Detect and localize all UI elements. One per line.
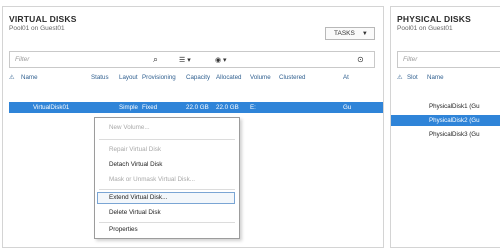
column-clustered[interactable]: Clustered <box>279 74 305 81</box>
cell-provisioning: Fixed <box>142 104 158 111</box>
group-options-icon[interactable]: ◉ ▾ <box>215 56 227 64</box>
filter-placeholder: Filter <box>15 56 30 63</box>
virtual-disks-subtitle: Pool01 on Guest01 <box>9 25 65 32</box>
menu-item-new-volume[interactable]: New Volume... <box>109 124 150 131</box>
virtual-disks-filter-input[interactable]: Filter <box>9 51 375 68</box>
physical-disk-name: PhysicalDisk3 (Gu <box>429 131 480 138</box>
physical-disk-name: PhysicalDisk1 (Gu <box>429 103 480 110</box>
menu-item-repair-virtual-disk[interactable]: Repair Virtual Disk <box>109 146 161 153</box>
physical-disk-name: PhysicalDisk2 (Gu <box>429 117 480 124</box>
virtual-disks-title: VIRTUAL DISKS <box>9 14 77 24</box>
menu-item-mask-unmask-virtual-disk[interactable]: Mask or Unmask Virtual Disk... <box>109 176 195 183</box>
column-layout[interactable]: Layout <box>119 74 138 81</box>
physical-disks-title: PHYSICAL DISKS <box>397 14 471 24</box>
physical-disks-pane: PHYSICAL DISKS Pool01 on Guest01 Filter … <box>390 6 500 248</box>
virtual-disks-pane: VIRTUAL DISKS Pool01 on Guest01 TASKS ▼ … <box>2 6 384 248</box>
column-attached[interactable]: At <box>343 74 349 81</box>
cell-layout: Simple <box>119 104 138 111</box>
filter-options-icon[interactable]: ☰ ▾ <box>179 56 191 64</box>
warning-column-icon: ⚠ <box>9 74 15 81</box>
column-slot[interactable]: Slot <box>407 74 418 81</box>
physical-disks-subtitle: Pool01 on Guest01 <box>397 25 453 32</box>
menu-separator <box>99 222 235 223</box>
table-row-selected[interactable]: VirtualDisk01 Simple Fixed 22.0 GB 22.0 … <box>9 102 383 113</box>
menu-separator <box>99 189 235 190</box>
tasks-label: TASKS <box>334 30 355 37</box>
column-name[interactable]: Name <box>21 74 38 81</box>
cell-volume: E: <box>250 104 256 111</box>
context-menu: New Volume... Repair Virtual Disk Detach… <box>94 117 240 239</box>
menu-item-delete-virtual-disk[interactable]: Delete Virtual Disk <box>109 209 161 216</box>
menu-item-extend-virtual-disk[interactable]: Extend Virtual Disk... <box>109 194 167 201</box>
column-status[interactable]: Status <box>91 74 109 81</box>
menu-separator <box>99 139 235 140</box>
cell-attached: Gu <box>343 104 352 111</box>
expand-icon[interactable]: ⊙ <box>357 55 364 64</box>
warning-column-icon: ⚠ <box>397 74 403 81</box>
column-capacity[interactable]: Capacity <box>186 74 210 81</box>
cell-name: VirtualDisk01 <box>33 104 70 111</box>
tasks-button[interactable]: TASKS ▼ <box>325 27 375 40</box>
caret-down-icon: ▼ <box>361 30 368 37</box>
physical-disks-filter-input[interactable]: Filter <box>397 51 500 68</box>
menu-item-properties[interactable]: Properties <box>109 226 138 233</box>
list-item[interactable]: PhysicalDisk3 (Gu <box>391 129 500 140</box>
column-allocated[interactable]: Allocated <box>216 74 241 81</box>
menu-item-detach-virtual-disk[interactable]: Detach Virtual Disk <box>109 161 162 168</box>
list-item-selected[interactable]: PhysicalDisk2 (Gu <box>391 115 500 126</box>
search-icon[interactable]: ⌕ <box>153 54 158 65</box>
filter-placeholder: Filter <box>403 56 418 63</box>
cell-capacity: 22.0 GB <box>186 104 209 111</box>
column-volume[interactable]: Volume <box>250 74 271 81</box>
list-item[interactable]: PhysicalDisk1 (Gu <box>391 101 500 112</box>
cell-allocated: 22.0 GB <box>216 104 239 111</box>
column-provisioning[interactable]: Provisioning <box>142 74 176 81</box>
column-name[interactable]: Name <box>427 74 444 81</box>
